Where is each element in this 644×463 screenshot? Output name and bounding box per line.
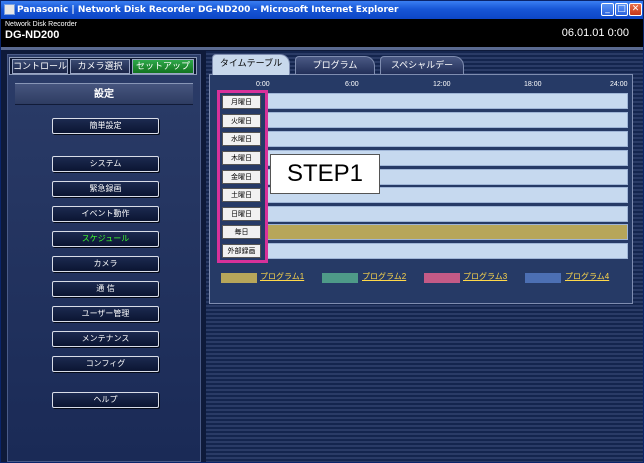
legend-program3-link[interactable]: プログラム3 [463, 271, 507, 282]
camera-button[interactable]: カメラ [52, 256, 159, 272]
help-button[interactable]: ヘルプ [52, 392, 159, 408]
header-divider [1, 47, 643, 50]
legend-swatch-program3 [424, 273, 460, 283]
window-title: Panasonic | Network Disk Recorder DG-ND2… [17, 5, 399, 15]
timetable-row-wednesday[interactable] [265, 131, 628, 147]
timetable-row-sunday[interactable] [265, 206, 628, 222]
step-highlight-box [217, 90, 268, 263]
tab-special-day[interactable]: スペシャルデー [380, 56, 464, 74]
close-button[interactable]: ✕ [629, 3, 642, 16]
system-button[interactable]: システム [52, 156, 159, 172]
maintenance-button[interactable]: メンテナンス [52, 331, 159, 347]
time-tick: 12:00 [433, 81, 451, 88]
browser-icon [4, 4, 15, 15]
mode-camera-select-button[interactable]: カメラ選択 [70, 59, 130, 74]
timetable-row-tuesday[interactable] [265, 112, 628, 128]
tab-program[interactable]: プログラム [295, 56, 375, 74]
time-tick: 24:00 [610, 81, 628, 88]
timetable-row-external[interactable] [265, 243, 628, 259]
legend-program4-link[interactable]: プログラム4 [565, 271, 609, 282]
minimize-button[interactable]: _ [601, 3, 614, 16]
date-time: 06.01.01 0:00 [561, 27, 629, 39]
maximize-button[interactable]: □ [615, 3, 628, 16]
mode-setup-button[interactable]: セットアップ [132, 59, 194, 74]
timetable-row-everyday[interactable] [265, 224, 628, 240]
event-action-button[interactable]: イベント動作 [52, 206, 159, 222]
time-tick: 18:00 [524, 81, 542, 88]
schedule-button[interactable]: スケジュール [52, 231, 159, 247]
legend-program2-link[interactable]: プログラム2 [362, 271, 406, 282]
legend-swatch-program4 [525, 273, 561, 283]
title-bar: Panasonic | Network Disk Recorder DG-ND2… [1, 1, 643, 19]
mode-control-button[interactable]: コントロール [12, 59, 68, 74]
step-label: STEP1 [270, 154, 380, 194]
app-header: Network Disk Recorder DG-ND200 06.01.01 … [1, 19, 643, 47]
tab-timetable[interactable]: タイムテーブル [212, 54, 290, 75]
browser-window: Panasonic | Network Disk Recorder DG-ND2… [0, 0, 644, 463]
legend-program1-link[interactable]: プログラム1 [260, 271, 304, 282]
settings-title: 設定 [15, 83, 193, 105]
time-tick: 6:00 [345, 81, 359, 88]
user-management-button[interactable]: ユーザー管理 [52, 306, 159, 322]
time-tick: 0:00 [256, 81, 270, 88]
config-button[interactable]: コンフィグ [52, 356, 159, 372]
mode-bar: コントロール カメラ選択 セットアップ [9, 57, 197, 75]
easy-setup-button[interactable]: 簡単設定 [52, 118, 159, 134]
communication-button[interactable]: 通 信 [52, 281, 159, 297]
emergency-recording-button[interactable]: 緊急録画 [52, 181, 159, 197]
product-name: Network Disk Recorder [5, 21, 77, 28]
product-model: DG-ND200 [5, 29, 60, 41]
legend-swatch-program2 [322, 273, 358, 283]
timetable-row-monday[interactable] [265, 93, 628, 109]
legend-swatch-program1 [221, 273, 257, 283]
